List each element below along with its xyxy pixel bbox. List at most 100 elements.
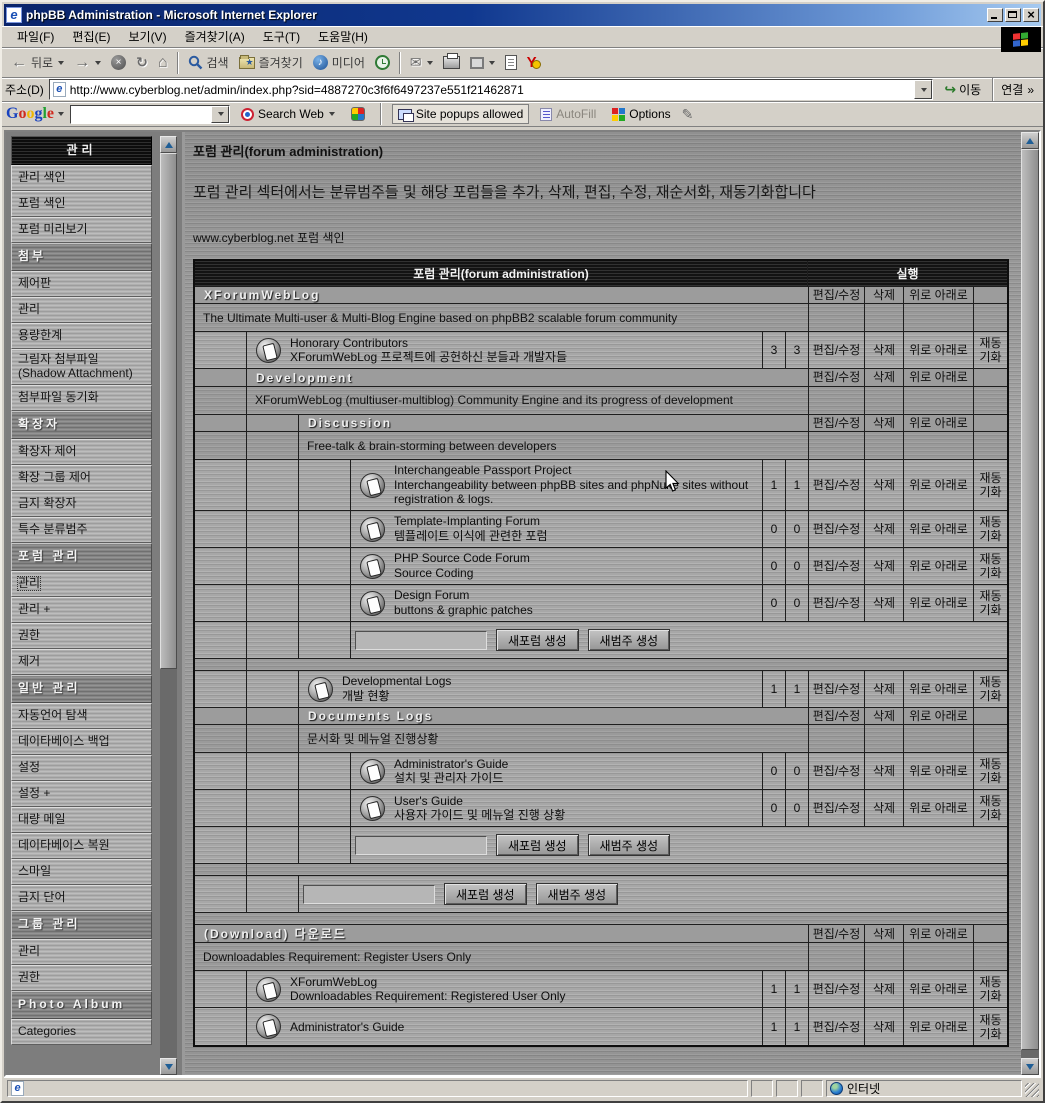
resync-action[interactable]: 재동기화	[974, 332, 1007, 368]
google-misc-button[interactable]	[346, 105, 370, 123]
messenger-button[interactable]: Y	[522, 50, 542, 76]
delete-action[interactable]: 삭제	[865, 511, 904, 547]
edit-action[interactable]: 편집/수정	[809, 287, 865, 303]
delete-action[interactable]: 삭제	[865, 332, 904, 368]
sidebar-item[interactable]: 스마일	[11, 859, 152, 885]
forward-button[interactable]: →	[69, 50, 106, 76]
sidebar-item[interactable]: 데이타베이스 백업	[11, 729, 152, 755]
delete-action[interactable]: 삭제	[865, 1008, 904, 1045]
move-up-down-action[interactable]: 위로 아래로	[904, 415, 974, 431]
sidebar-item[interactable]: 용량한계	[11, 323, 152, 349]
resize-grip[interactable]	[1025, 1083, 1039, 1097]
edit-action[interactable]: 편집/수정	[809, 511, 865, 547]
search-web-button[interactable]: Search Web	[236, 105, 340, 123]
address-dropdown-button[interactable]	[914, 80, 932, 99]
edit-action[interactable]: 편집/수정	[809, 790, 865, 826]
edit-action[interactable]: 편집/수정	[809, 415, 865, 431]
back-button[interactable]: ← 뒤로	[6, 50, 69, 76]
google-dropdown-icon[interactable]	[58, 112, 64, 116]
move-up-down-action[interactable]: 위로 아래로	[904, 708, 974, 724]
delete-action[interactable]: 삭제	[865, 287, 904, 303]
move-up-down-action[interactable]: 위로 아래로	[904, 460, 974, 510]
minimize-button[interactable]	[987, 8, 1003, 22]
google-input-dropdown[interactable]	[211, 106, 229, 123]
resize-dropdown-icon[interactable]	[489, 61, 495, 65]
sidebar-item[interactable]: 데이타베이스 복원	[11, 833, 152, 859]
edit-action[interactable]: 편집/수정	[809, 585, 865, 621]
sidebar-item[interactable]: 관리	[11, 571, 152, 597]
sidebar-scroll-thumb[interactable]	[160, 153, 177, 669]
sidebar-item[interactable]: 설정 +	[11, 781, 152, 807]
move-up-down-action[interactable]: 위로 아래로	[904, 548, 974, 584]
move-up-down-action[interactable]: 위로 아래로	[904, 971, 974, 1007]
resync-action[interactable]: 재동기화	[974, 971, 1007, 1007]
delete-action[interactable]: 삭제	[865, 671, 904, 707]
menu-edit[interactable]: 편집(E)	[63, 25, 119, 48]
resync-action[interactable]: 재동기화	[974, 753, 1007, 789]
main-scroll-track[interactable]	[1021, 149, 1039, 1058]
delete-action[interactable]: 삭제	[865, 708, 904, 724]
delete-action[interactable]: 삭제	[865, 971, 904, 1007]
sidebar-item[interactable]: 관리 색인	[11, 165, 152, 191]
sidebar-item[interactable]: 포럼 미리보기	[11, 217, 152, 243]
sidebar-item[interactable]: 그림자 첨부파일(Shadow Attachment)	[11, 349, 152, 385]
create-forum-button[interactable]: 새포럼 생성	[496, 629, 579, 651]
menu-help[interactable]: 도움말(H)	[309, 25, 377, 48]
delete-action[interactable]: 삭제	[865, 548, 904, 584]
resync-action[interactable]: 재동기화	[974, 460, 1007, 510]
edit-action[interactable]: 편집/수정	[809, 460, 865, 510]
delete-action[interactable]: 삭제	[865, 585, 904, 621]
sidebar-item[interactable]: 자동언어 탐색	[11, 703, 152, 729]
close-button[interactable]	[1023, 8, 1039, 22]
edit-button[interactable]	[500, 50, 522, 76]
search-button[interactable]: 검색	[183, 50, 234, 76]
edit-action[interactable]: 편집/수정	[809, 369, 865, 385]
mail-dropdown-icon[interactable]	[427, 61, 433, 65]
forum-index-link[interactable]: www.cyberblog.net 포럼 색인	[193, 229, 1009, 246]
sidebar-item[interactable]: 권한	[11, 965, 152, 991]
resync-action[interactable]: 재동기화	[974, 671, 1007, 707]
sidebar-item[interactable]: Categories	[11, 1019, 152, 1045]
delete-action[interactable]: 삭제	[865, 753, 904, 789]
resync-action[interactable]: 재동기화	[974, 548, 1007, 584]
resync-action[interactable]: 재동기화	[974, 511, 1007, 547]
edit-action[interactable]: 편집/수정	[809, 925, 865, 942]
sidebar-item[interactable]: 대량 메일	[11, 807, 152, 833]
new-forum-name-input[interactable]	[355, 631, 487, 650]
create-forum-button[interactable]: 새포럼 생성	[496, 834, 579, 856]
scroll-up-button[interactable]	[160, 136, 177, 153]
create-category-button[interactable]: 새범주 생성	[588, 834, 671, 856]
google-search-input[interactable]	[70, 105, 230, 124]
edit-action[interactable]: 편집/수정	[809, 971, 865, 1007]
delete-action[interactable]: 삭제	[865, 925, 904, 942]
edit-action[interactable]: 편집/수정	[809, 671, 865, 707]
new-forum-name-input[interactable]	[355, 836, 487, 855]
menu-tools[interactable]: 도구(T)	[254, 25, 309, 48]
forward-dropdown-icon[interactable]	[95, 61, 101, 65]
move-up-down-action[interactable]: 위로 아래로	[904, 287, 974, 303]
popup-blocker-button[interactable]: Site popups allowed	[392, 104, 529, 124]
main-scrollbar[interactable]	[1021, 132, 1039, 1075]
address-input[interactable]: e http://www.cyberblog.net/admin/index.p…	[49, 79, 934, 100]
move-up-down-action[interactable]: 위로 아래로	[904, 753, 974, 789]
links-button[interactable]: 연결 »	[992, 78, 1040, 101]
menu-view[interactable]: 보기(V)	[119, 25, 175, 48]
resize-button[interactable]	[465, 50, 500, 76]
print-button[interactable]	[438, 50, 465, 76]
media-button[interactable]: ♪ 미디어	[308, 50, 370, 76]
sidebar-item[interactable]: 특수 분류범주	[11, 517, 152, 543]
back-dropdown-icon[interactable]	[58, 61, 64, 65]
delete-action[interactable]: 삭제	[865, 415, 904, 431]
move-up-down-action[interactable]: 위로 아래로	[904, 790, 974, 826]
menu-favorites[interactable]: 즐겨찾기(A)	[176, 25, 254, 48]
move-up-down-action[interactable]: 위로 아래로	[904, 511, 974, 547]
sidebar-item[interactable]: 관리 +	[11, 597, 152, 623]
move-up-down-action[interactable]: 위로 아래로	[904, 671, 974, 707]
scroll-up-button[interactable]	[1021, 132, 1039, 149]
edit-action[interactable]: 편집/수정	[809, 548, 865, 584]
sidebar-item[interactable]: 확장자 제어	[11, 439, 152, 465]
sidebar-item[interactable]: 제어판	[11, 271, 152, 297]
resync-action[interactable]: 재동기화	[974, 1008, 1007, 1045]
edit-action[interactable]: 편집/수정	[809, 332, 865, 368]
sidebar-item[interactable]: 제거	[11, 649, 152, 675]
